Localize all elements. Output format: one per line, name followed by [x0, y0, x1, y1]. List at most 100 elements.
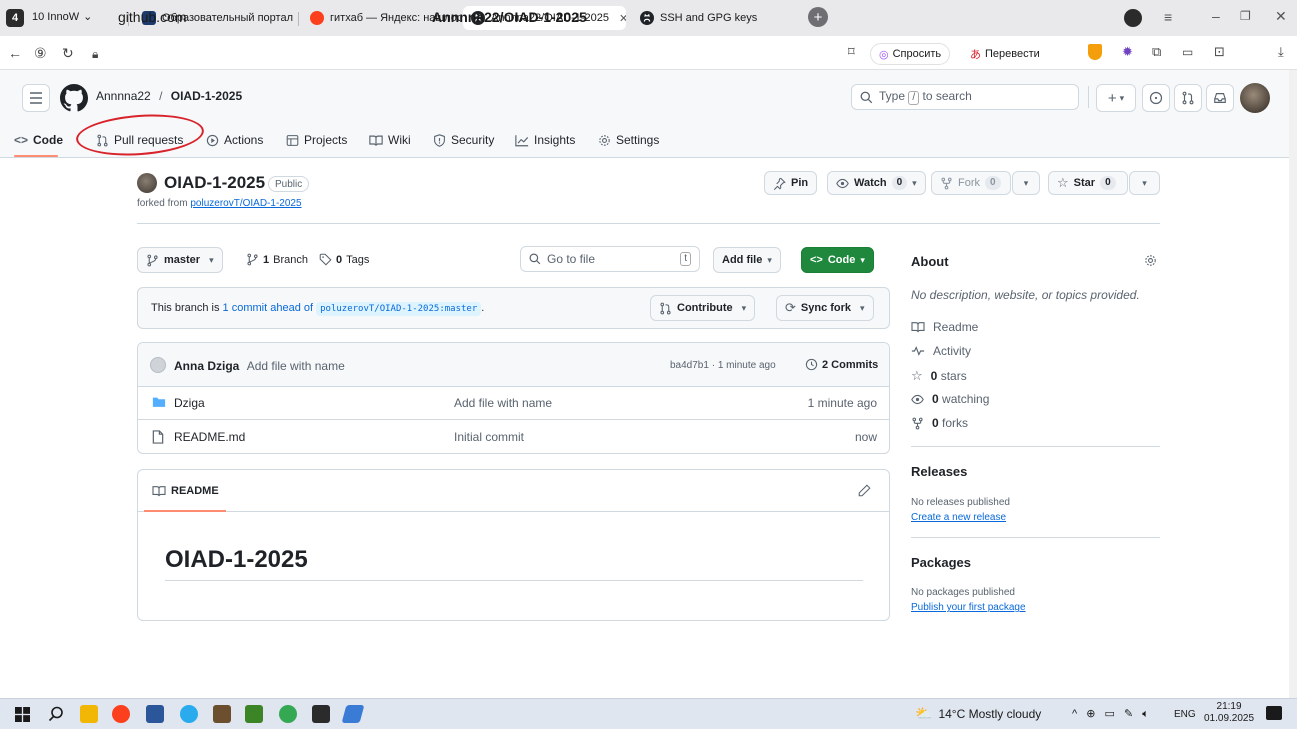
app-blue-icon[interactable]: [341, 705, 365, 723]
close-window-icon[interactable]: ✕: [1275, 8, 1287, 25]
menu-icon[interactable]: ≡: [1164, 9, 1172, 25]
restore-icon[interactable]: ❐: [1240, 9, 1251, 23]
edit-pencil-icon[interactable]: [858, 484, 871, 497]
address-bar: ← ⑨ ↻ 🔒︎: [0, 36, 1297, 70]
contribute-button[interactable]: Contribute ▾: [650, 295, 756, 321]
fork-dropdown-button[interactable]: ▾: [1012, 171, 1040, 195]
taskbar-search-icon[interactable]: [48, 706, 64, 722]
star-button[interactable]: ☆ Star 0: [1048, 171, 1128, 195]
telegram-icon[interactable]: [180, 705, 198, 723]
tab-wiki[interactable]: Wiki: [369, 126, 411, 154]
protect-shield-icon[interactable]: [1088, 44, 1102, 60]
go-to-file-input[interactable]: Go to file t: [520, 246, 700, 272]
add-file-button[interactable]: Add file ▾: [713, 247, 781, 273]
hamburger-menu-icon[interactable]: [22, 84, 50, 112]
publish-package-link[interactable]: Publish your first package: [911, 602, 1026, 613]
download-icon[interactable]: ⤓: [1278, 44, 1284, 60]
pin-button[interactable]: Pin: [764, 171, 818, 195]
yandex-browser-icon[interactable]: [112, 705, 130, 723]
pull-requests-icon[interactable]: [1174, 84, 1202, 112]
table-row[interactable]: Dziga Add file with name 1 minute ago: [138, 387, 889, 420]
browser-tab-ssh-keys[interactable]: SSH and GPG keys: [632, 6, 782, 30]
terminal-icon[interactable]: [312, 705, 330, 723]
file-explorer-icon[interactable]: [80, 705, 98, 723]
watching-link[interactable]: 0 watching: [911, 392, 989, 406]
repo-title[interactable]: OIAD-1-2025: [164, 173, 265, 193]
create-release-link[interactable]: Create a new release: [911, 512, 1006, 523]
inbox-icon[interactable]: [1206, 84, 1234, 112]
back-arrow-icon[interactable]: ←: [8, 45, 22, 61]
new-tab-button[interactable]: +: [808, 7, 828, 27]
tab-security[interactable]: Security: [433, 126, 494, 154]
branch-select-button[interactable]: master ▾: [137, 247, 223, 273]
fork-button[interactable]: Fork 0: [931, 171, 1011, 195]
extension-icon[interactable]: ✹: [1122, 44, 1133, 60]
url-text[interactable]: github.com: [118, 9, 186, 25]
forks-link[interactable]: 0 forks: [911, 416, 968, 430]
code-button[interactable]: <> Code ▾: [801, 247, 874, 273]
yandex-ya-icon[interactable]: ⑨: [34, 45, 47, 62]
file-commit-message[interactable]: Add file with name: [454, 396, 552, 410]
chrome-icon[interactable]: [279, 705, 297, 723]
activity-link[interactable]: Activity: [911, 344, 971, 358]
ask-button[interactable]: ◎ Спросить: [870, 43, 951, 65]
reload-icon[interactable]: ↻: [62, 45, 74, 62]
issues-icon[interactable]: [1142, 84, 1170, 112]
file-list: Anna Dziga Add file with name ba4d7b1 · …: [137, 342, 890, 454]
forked-from-link[interactable]: poluzerovT/OIAD-1-2025: [190, 198, 301, 209]
page-scrollbar[interactable]: [1289, 70, 1297, 698]
system-tray[interactable]: ^ ⊕ ▭ ✎ 🔈︎: [1072, 707, 1152, 721]
language-indicator[interactable]: ENG: [1174, 709, 1196, 720]
close-tab-icon[interactable]: ✕: [619, 12, 626, 25]
extensions-puzzle-icon[interactable]: ⧉: [1152, 44, 1161, 60]
watch-button[interactable]: Watch 0 ▾: [827, 171, 926, 195]
breadcrumb-repo[interactable]: OIAD-1-2025: [171, 89, 242, 103]
packages-heading[interactable]: Packages: [911, 555, 971, 570]
tab-insights[interactable]: Insights: [515, 126, 575, 154]
stars-link[interactable]: ☆ 0 stars: [911, 368, 967, 384]
weather-widget[interactable]: ⛅ 14°C Mostly cloudy: [915, 705, 1041, 722]
about-settings-gear-icon[interactable]: [1144, 254, 1157, 267]
tab-code[interactable]: <> Code: [14, 126, 63, 154]
collections-icon[interactable]: ⊡: [1214, 44, 1225, 60]
user-avatar[interactable]: [1240, 83, 1270, 113]
releases-heading[interactable]: Releases: [911, 464, 967, 479]
commit-meta[interactable]: ba4d7b1 · 1 minute ago: [670, 360, 776, 371]
notifications-icon[interactable]: [1266, 706, 1282, 720]
readme-tab[interactable]: README: [152, 485, 219, 497]
commit-author-avatar[interactable]: [150, 357, 166, 373]
commits-link[interactable]: 2 Commits: [805, 358, 878, 371]
taskbar-clock[interactable]: 21:19 01.09.2025: [1204, 701, 1254, 725]
github-logo-icon[interactable]: [60, 84, 88, 112]
file-name[interactable]: Dziga: [174, 396, 205, 410]
windows-start-icon[interactable]: [15, 707, 30, 722]
tab-counter[interactable]: 4: [6, 9, 24, 27]
breadcrumb-owner[interactable]: Annnna22: [96, 89, 151, 103]
translate-button[interactable]: あ Перевести: [962, 43, 1048, 65]
search-input[interactable]: Type / to search: [851, 84, 1079, 110]
sync-fork-button[interactable]: ⟳ Sync fork ▾: [776, 295, 874, 321]
workspace-switcher[interactable]: 10 InnoW ⌄: [32, 10, 92, 24]
app-icon[interactable]: [213, 705, 231, 723]
tab-projects[interactable]: Projects: [286, 126, 347, 154]
commits-ahead-link[interactable]: 1 commit ahead of: [223, 302, 314, 314]
star-dropdown-button[interactable]: ▾: [1129, 171, 1160, 195]
word-icon[interactable]: [146, 705, 164, 723]
commit-author[interactable]: Anna Dziga: [174, 359, 239, 373]
tags-link[interactable]: 0 Tags: [319, 253, 369, 266]
file-name[interactable]: README.md: [174, 430, 245, 444]
sidebar-toggle-icon[interactable]: ▭: [1182, 45, 1193, 59]
minecraft-icon[interactable]: [245, 705, 263, 723]
readme-link[interactable]: Readme: [911, 320, 978, 334]
bookmark-icon[interactable]: ⌑: [848, 44, 855, 60]
file-commit-message[interactable]: Initial commit: [454, 430, 524, 444]
commit-message[interactable]: Add file with name: [247, 359, 345, 373]
repo-owner-avatar[interactable]: [137, 173, 157, 193]
tab-settings[interactable]: Settings: [598, 126, 659, 154]
minimize-icon[interactable]: –: [1212, 8, 1220, 24]
tab-actions[interactable]: Actions: [206, 126, 263, 154]
create-new-button[interactable]: + ▾: [1096, 84, 1136, 112]
branches-link[interactable]: 1 Branch: [246, 253, 308, 266]
profile-icon[interactable]: [1124, 9, 1142, 27]
table-row[interactable]: README.md Initial commit now: [138, 421, 889, 453]
